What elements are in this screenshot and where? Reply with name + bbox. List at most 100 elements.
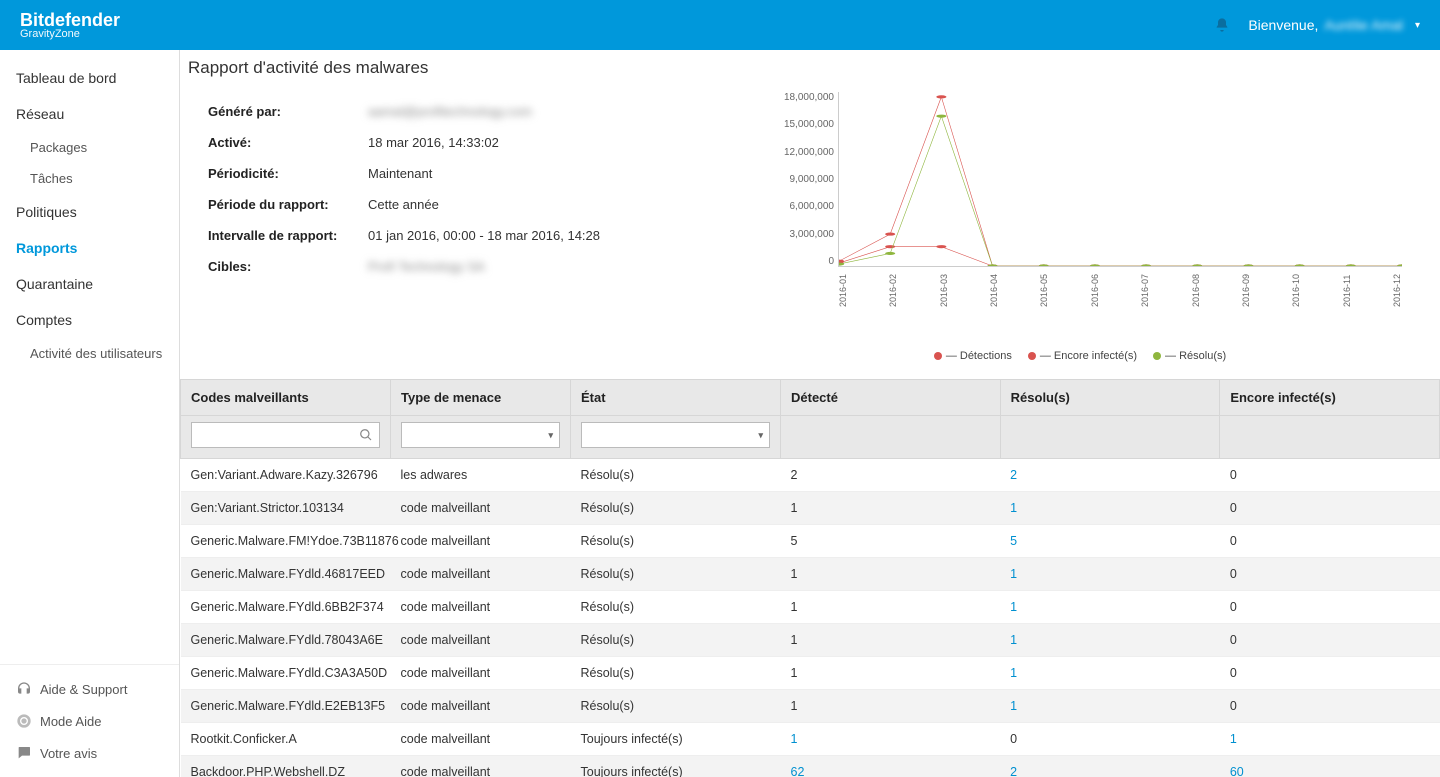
meta-interval-value: 01 jan 2016, 00:00 - 18 mar 2016, 14:28: [368, 228, 600, 243]
x-tick: 2016-07: [1140, 274, 1150, 307]
report-title: Rapport d'activité des malwares: [188, 58, 1432, 86]
table-row[interactable]: Generic.Malware.FYdld.E2EB13F5code malve…: [181, 690, 1440, 723]
main-content: Rapport d'activité des malwares Généré p…: [180, 50, 1440, 777]
y-tick: 18,000,000: [756, 92, 834, 103]
brand-name: Bitdefender: [20, 11, 120, 29]
notifications-icon[interactable]: [1214, 17, 1230, 33]
cell-name: Generic.Malware.FM!Ydoe.73B11876: [181, 525, 391, 558]
meta-activated-value: 18 mar 2016, 14:33:02: [368, 135, 499, 150]
col-header-detected[interactable]: Détecté: [781, 380, 1001, 416]
legend-item: — Résolu(s): [1153, 350, 1226, 362]
cell-detected: 1: [781, 657, 1001, 690]
filter-state-select[interactable]: ▾: [581, 422, 770, 448]
sidebar: Tableau de bordRéseauPackagesTâchesPolit…: [0, 50, 180, 777]
cell-state: Résolu(s): [571, 591, 781, 624]
cell-type: code malveillant: [391, 591, 571, 624]
sidebar-item-8[interactable]: Activité des utilisateurs: [0, 338, 179, 369]
feedback-link[interactable]: Votre avis: [12, 737, 167, 769]
cell-state: Toujours infecté(s): [571, 756, 781, 777]
cell-infected: 1: [1220, 723, 1440, 756]
cell-detected: 5: [781, 525, 1001, 558]
meta-periodicity-value: Maintenant: [368, 166, 432, 181]
cell-resolved: 1: [1000, 591, 1220, 624]
sidebar-item-5[interactable]: Rapports: [0, 230, 179, 266]
table-row[interactable]: Generic.Malware.FYdld.78043A6Ecode malve…: [181, 624, 1440, 657]
cell-type: les adwares: [391, 459, 571, 492]
mode-label: Mode Aide: [40, 714, 101, 729]
y-tick: 12,000,000: [756, 147, 834, 158]
cell-state: Résolu(s): [571, 690, 781, 723]
y-tick: 15,000,000: [756, 119, 834, 130]
cell-resolved: 2: [1000, 459, 1220, 492]
cell-infected: 0: [1220, 624, 1440, 657]
cell-infected: 0: [1220, 492, 1440, 525]
cell-resolved: 1: [1000, 492, 1220, 525]
table-row[interactable]: Generic.Malware.FM!Ydoe.73B11876code mal…: [181, 525, 1440, 558]
sidebar-item-7[interactable]: Comptes: [0, 302, 179, 338]
chevron-down-icon: ▾: [1415, 20, 1420, 31]
chart-area: 18,000,000 15,000,000 12,000,000 9,000,000 6…: [748, 86, 1432, 371]
cell-state: Résolu(s): [571, 459, 781, 492]
x-tick: 2016-04: [989, 274, 999, 307]
cell-name: Generic.Malware.FYdld.78043A6E: [181, 624, 391, 657]
cell-resolved: 1: [1000, 657, 1220, 690]
table-row[interactable]: Backdoor.PHP.Webshell.DZcode malveillant…: [181, 756, 1440, 777]
table-row[interactable]: Generic.Malware.FYdld.46817EEDcode malve…: [181, 558, 1440, 591]
y-tick: 9,000,000: [756, 174, 834, 185]
chevron-down-icon: ▾: [758, 430, 763, 441]
help-mode-link[interactable]: Mode Aide: [12, 705, 167, 737]
y-tick: 6,000,000: [756, 201, 834, 212]
user-menu[interactable]: Bienvenue, Aurélie Amal ▾: [1248, 17, 1420, 33]
help-label: Aide & Support: [40, 682, 127, 697]
table-row[interactable]: Gen:Variant.Adware.Kazy.326796les adware…: [181, 459, 1440, 492]
col-header-codes[interactable]: Codes malveillants: [181, 380, 391, 416]
sidebar-footer: Aide & Support Mode Aide Votre avis: [0, 664, 179, 777]
col-header-resolved[interactable]: Résolu(s): [1000, 380, 1220, 416]
headset-icon: [16, 681, 32, 697]
meta-targets-value: Profi Technology SA: [368, 259, 485, 274]
cell-infected: 0: [1220, 558, 1440, 591]
cell-name: Gen:Variant.Adware.Kazy.326796: [181, 459, 391, 492]
table-row[interactable]: Generic.Malware.FYdld.6BB2F374code malve…: [181, 591, 1440, 624]
cell-state: Résolu(s): [571, 525, 781, 558]
col-header-infected[interactable]: Encore infecté(s): [1220, 380, 1440, 416]
chart-svg: [839, 92, 1402, 266]
sidebar-item-4[interactable]: Politiques: [0, 194, 179, 230]
header-right: Bienvenue, Aurélie Amal ▾: [1214, 17, 1420, 33]
x-tick: 2016-09: [1241, 274, 1251, 307]
cell-infected: 0: [1220, 525, 1440, 558]
meta-genby-label: Généré par:: [208, 104, 368, 119]
cell-detected: 1: [781, 723, 1001, 756]
col-header-state[interactable]: État: [571, 380, 781, 416]
cell-infected: 60: [1220, 756, 1440, 777]
sidebar-item-6[interactable]: Quarantaine: [0, 266, 179, 302]
table-row[interactable]: Generic.Malware.FYdld.C3A3A50Dcode malve…: [181, 657, 1440, 690]
cell-type: code malveillant: [391, 657, 571, 690]
sidebar-item-2[interactable]: Packages: [0, 132, 179, 163]
y-tick: 3,000,000: [756, 229, 834, 240]
sidebar-item-3[interactable]: Tâches: [0, 163, 179, 194]
filter-type-select[interactable]: ▾: [401, 422, 560, 448]
table-row[interactable]: Rootkit.Conficker.Acode malveillantToujo…: [181, 723, 1440, 756]
feedback-label: Votre avis: [40, 746, 97, 761]
cell-type: code malveillant: [391, 690, 571, 723]
table-row[interactable]: Gen:Variant.Strictor.103134code malveill…: [181, 492, 1440, 525]
cell-detected: 1: [781, 690, 1001, 723]
cell-resolved: 1: [1000, 690, 1220, 723]
welcome-label: Bienvenue,: [1248, 17, 1318, 33]
cell-type: code malveillant: [391, 558, 571, 591]
legend-item: — Détections: [934, 350, 1012, 362]
malware-table: Codes malveillants Type de menace État D…: [180, 379, 1440, 777]
cell-infected: 0: [1220, 591, 1440, 624]
sidebar-item-0[interactable]: Tableau de bord: [0, 60, 179, 96]
help-support-link[interactable]: Aide & Support: [12, 673, 167, 705]
cell-detected: 1: [781, 591, 1001, 624]
cell-type: code malveillant: [391, 525, 571, 558]
sidebar-item-1[interactable]: Réseau: [0, 96, 179, 132]
lifebuoy-icon: [16, 713, 32, 729]
cell-infected: 0: [1220, 657, 1440, 690]
filter-codes-input[interactable]: [191, 422, 380, 448]
col-header-type[interactable]: Type de menace: [391, 380, 571, 416]
cell-detected: 2: [781, 459, 1001, 492]
cell-state: Toujours infecté(s): [571, 723, 781, 756]
